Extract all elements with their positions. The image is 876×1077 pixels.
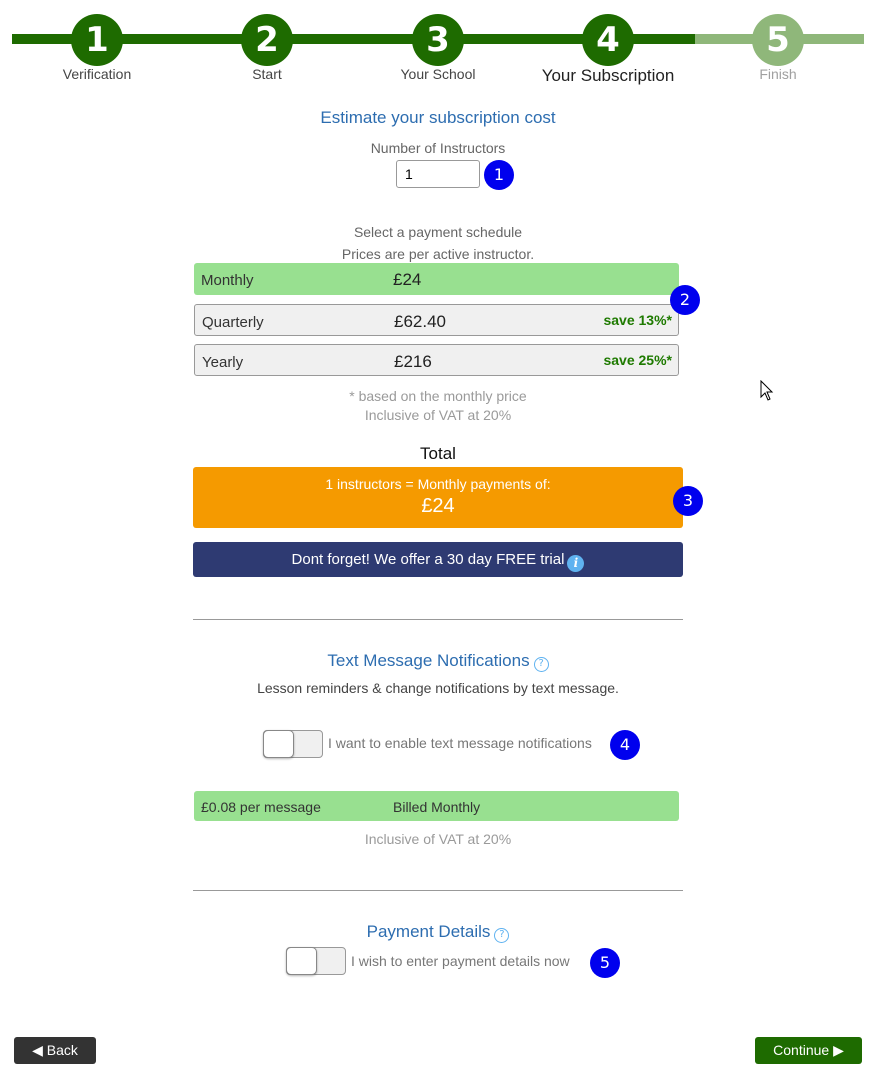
step-number: 1 xyxy=(71,14,123,66)
sms-toggle-label: I want to enable text message notificati… xyxy=(328,735,592,751)
section-divider xyxy=(193,619,683,620)
progress-stepper: 1 Verification 2 Start 3 Your School 4 Y… xyxy=(0,0,876,95)
plan-price: £62.40 xyxy=(394,312,446,331)
free-trial-banner: Dont forget! We offer a 30 day FREE tria… xyxy=(193,542,683,577)
arrow-right-icon: ▶ xyxy=(833,1042,844,1058)
help-icon[interactable]: ? xyxy=(533,657,549,672)
sms-pricing-bar: £0.08 per message Billed Monthly xyxy=(194,791,679,821)
arrow-left-icon: ◀ xyxy=(32,1042,43,1058)
plan-saving: save 13%* xyxy=(603,312,672,328)
step-label: Your School xyxy=(400,66,476,82)
vat-note: Inclusive of VAT at 20% xyxy=(364,407,512,423)
callout-badge-3: 3 xyxy=(673,486,703,516)
back-label: Back xyxy=(46,1042,78,1058)
free-trial-text: Dont forget! We offer a 30 day FREE tria… xyxy=(291,551,565,568)
plan-quarterly[interactable]: Quarterly £62.40 save 13%* xyxy=(194,304,679,336)
step-number: 4 xyxy=(582,14,634,66)
estimate-title: Estimate your subscription cost xyxy=(320,108,556,127)
total-amount: £24 xyxy=(421,495,455,517)
sms-price: £0.08 per message xyxy=(201,799,321,815)
section-divider xyxy=(193,890,683,891)
step-your-subscription: 4 Your Subscription xyxy=(538,14,678,86)
sms-title-text: Text Message Notifications xyxy=(327,651,530,670)
plan-monthly[interactable]: Monthly £24 xyxy=(194,263,679,295)
step-label: Verification xyxy=(62,66,132,82)
schedule-title: Select a payment schedule xyxy=(353,224,523,240)
step-your-school: 3 Your School xyxy=(368,14,508,82)
instructors-input[interactable] xyxy=(396,160,480,188)
plan-name: Quarterly xyxy=(202,314,264,331)
sms-billing: Billed Monthly xyxy=(393,799,481,815)
sms-description: Lesson reminders & change notifications … xyxy=(257,680,619,696)
plan-yearly[interactable]: Yearly £216 save 25%* xyxy=(194,344,679,376)
toggle-knob xyxy=(263,730,294,758)
step-verification: 1 Verification xyxy=(27,14,167,82)
callout-badge-2: 2 xyxy=(670,285,700,315)
mouse-cursor-icon xyxy=(760,380,774,401)
continue-button[interactable]: Continue ▶ xyxy=(755,1037,862,1064)
schedule-subtitle: Prices are per active instructor. xyxy=(341,246,535,262)
plan-name: Yearly xyxy=(202,354,244,371)
total-heading: Total xyxy=(420,444,456,463)
step-finish: 5 Finish xyxy=(708,14,848,82)
payment-toggle[interactable] xyxy=(286,947,346,975)
callout-badge-4: 4 xyxy=(610,730,640,760)
step-label: Start xyxy=(252,66,282,82)
payment-section-title: Payment Details? xyxy=(193,922,683,943)
plan-price: £24 xyxy=(393,270,422,289)
step-label: Finish xyxy=(759,66,797,82)
sms-section-title: Text Message Notifications? xyxy=(193,651,683,672)
sms-toggle[interactable] xyxy=(263,730,323,758)
step-label: Your Subscription xyxy=(541,66,675,85)
toggle-knob xyxy=(286,947,317,975)
total-summary: 1 instructors = Monthly payments of: xyxy=(325,476,551,492)
info-icon[interactable]: i xyxy=(567,555,585,572)
total-box: 1 instructors = Monthly payments of: £24 xyxy=(193,467,683,528)
help-icon[interactable]: ? xyxy=(494,928,510,943)
payment-title-text: Payment Details xyxy=(366,922,491,941)
sms-vat-note: Inclusive of VAT at 20% xyxy=(364,831,512,847)
continue-label: Continue xyxy=(773,1042,830,1058)
plan-price: £216 xyxy=(394,352,432,371)
price-footnote: * based on the monthly price xyxy=(349,388,527,404)
step-number: 2 xyxy=(241,14,293,66)
plan-name: Monthly xyxy=(201,272,254,289)
callout-badge-5: 5 xyxy=(590,948,620,978)
back-button[interactable]: ◀ Back xyxy=(14,1037,96,1064)
instructors-label: Number of Instructors xyxy=(370,140,506,156)
callout-badge-1: 1 xyxy=(484,160,514,190)
payment-toggle-label: I wish to enter payment details now xyxy=(351,953,570,969)
step-number: 5 xyxy=(752,14,804,66)
plan-saving: save 25%* xyxy=(603,352,672,368)
step-start: 2 Start xyxy=(197,14,337,82)
step-number: 3 xyxy=(412,14,464,66)
